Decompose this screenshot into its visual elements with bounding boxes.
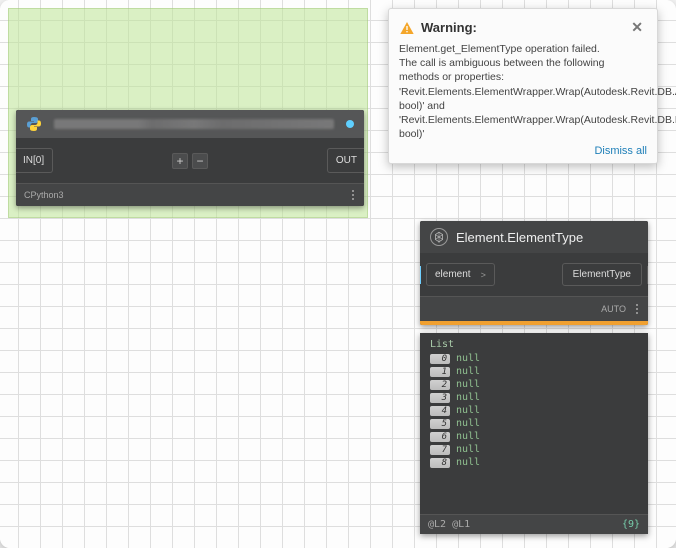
list-item[interactable]: 4 null xyxy=(430,404,638,417)
element-output-label: ElementType xyxy=(573,269,631,280)
list-item[interactable]: 8 null xyxy=(430,456,638,469)
element-node-header[interactable]: Element.ElementType xyxy=(420,221,648,253)
python-node-title-blurred xyxy=(54,119,334,129)
element-node-footer: AUTO xyxy=(420,296,648,321)
element-output-port[interactable]: ElementType xyxy=(562,263,642,286)
list-header: List xyxy=(430,339,638,350)
list-index-badge: 5 xyxy=(430,419,450,429)
list-item-value: null xyxy=(456,418,480,429)
list-item-value: null xyxy=(456,353,480,364)
output-port[interactable]: OUT xyxy=(327,148,364,173)
element-input-port[interactable]: element > xyxy=(426,263,495,286)
warning-popup: Warning: ✕ Element.get_ElementType opera… xyxy=(388,8,658,164)
list-item[interactable]: 3 null xyxy=(430,391,638,404)
element-input-label: element xyxy=(435,269,471,280)
warning-message: Element.get_ElementType operation failed… xyxy=(399,42,647,141)
warning-title: Warning: xyxy=(421,20,477,35)
list-item-value: null xyxy=(456,366,480,377)
warning-accent-bar xyxy=(420,321,648,325)
python-node-footer: CPython3 xyxy=(16,183,364,206)
element-elementtype-node[interactable]: Element.ElementType element > ElementTyp… xyxy=(420,221,648,325)
python-icon xyxy=(26,116,42,132)
element-node-body: element > ElementType xyxy=(420,253,648,296)
element-node-title: Element.ElementType xyxy=(456,230,583,245)
node-menu-button[interactable] xyxy=(634,302,640,316)
dynamo-node-icon xyxy=(430,228,448,246)
node-status-dot-icon xyxy=(346,120,354,128)
remove-input-button[interactable]: − xyxy=(192,153,208,169)
element-output-nub[interactable] xyxy=(647,266,648,284)
list-item[interactable]: 5 null xyxy=(430,417,638,430)
list-item[interactable]: 2 null xyxy=(430,378,638,391)
list-item[interactable]: 0 null xyxy=(430,352,638,365)
list-index-badge: 1 xyxy=(430,367,450,377)
list-index-badge: 4 xyxy=(430,406,450,416)
element-input-nub[interactable] xyxy=(420,266,421,284)
output-preview-body[interactable]: List 0 null 1 null 2 null 3 null 4 null 5 null 6 null… xyxy=(420,333,648,514)
list-index-badge: 3 xyxy=(430,393,450,403)
warning-icon xyxy=(399,20,415,36)
python-script-node[interactable]: IN[0] + − OUT CPython3 xyxy=(16,110,364,206)
dismiss-all-link[interactable]: Dismiss all xyxy=(594,145,647,157)
list-item[interactable]: 1 null xyxy=(430,365,638,378)
output-preview-panel: List 0 null 1 null 2 null 3 null 4 null 5 null 6 null… xyxy=(420,333,648,534)
output-preview-footer: @L2 @L1 {9} xyxy=(420,514,648,534)
list-item[interactable]: 7 null xyxy=(430,443,638,456)
list-index-badge: 6 xyxy=(430,432,450,442)
list-index-badge: 2 xyxy=(430,380,450,390)
list-item-value: null xyxy=(456,405,480,416)
node-menu-button[interactable] xyxy=(350,188,356,202)
list-count: {9} xyxy=(622,519,640,530)
list-item-value: null xyxy=(456,392,480,403)
lacing-mode-label[interactable]: AUTO xyxy=(601,304,626,314)
close-icon[interactable]: ✕ xyxy=(627,17,647,38)
python-node-header[interactable] xyxy=(16,110,364,138)
input-port-0[interactable]: IN[0] xyxy=(16,148,53,173)
list-index-badge: 7 xyxy=(430,445,450,455)
list-item-value: null xyxy=(456,457,480,468)
warning-header: Warning: ✕ xyxy=(399,17,647,38)
list-item-value: null xyxy=(456,444,480,455)
chevron-right-icon: > xyxy=(481,270,486,280)
list-item[interactable]: 6 null xyxy=(430,430,638,443)
list-index-badge: 0 xyxy=(430,354,450,364)
canvas: IN[0] + − OUT CPython3 Element.ElementTy… xyxy=(0,0,676,548)
list-index-badge: 8 xyxy=(430,458,450,468)
list-levels-label[interactable]: @L2 @L1 xyxy=(428,519,470,530)
python-node-body: IN[0] + − OUT xyxy=(16,138,364,183)
python-engine-label: CPython3 xyxy=(24,190,64,200)
add-input-button[interactable]: + xyxy=(172,153,188,169)
list-item-value: null xyxy=(456,379,480,390)
port-add-remove: + − xyxy=(172,153,208,169)
list-item-value: null xyxy=(456,431,480,442)
